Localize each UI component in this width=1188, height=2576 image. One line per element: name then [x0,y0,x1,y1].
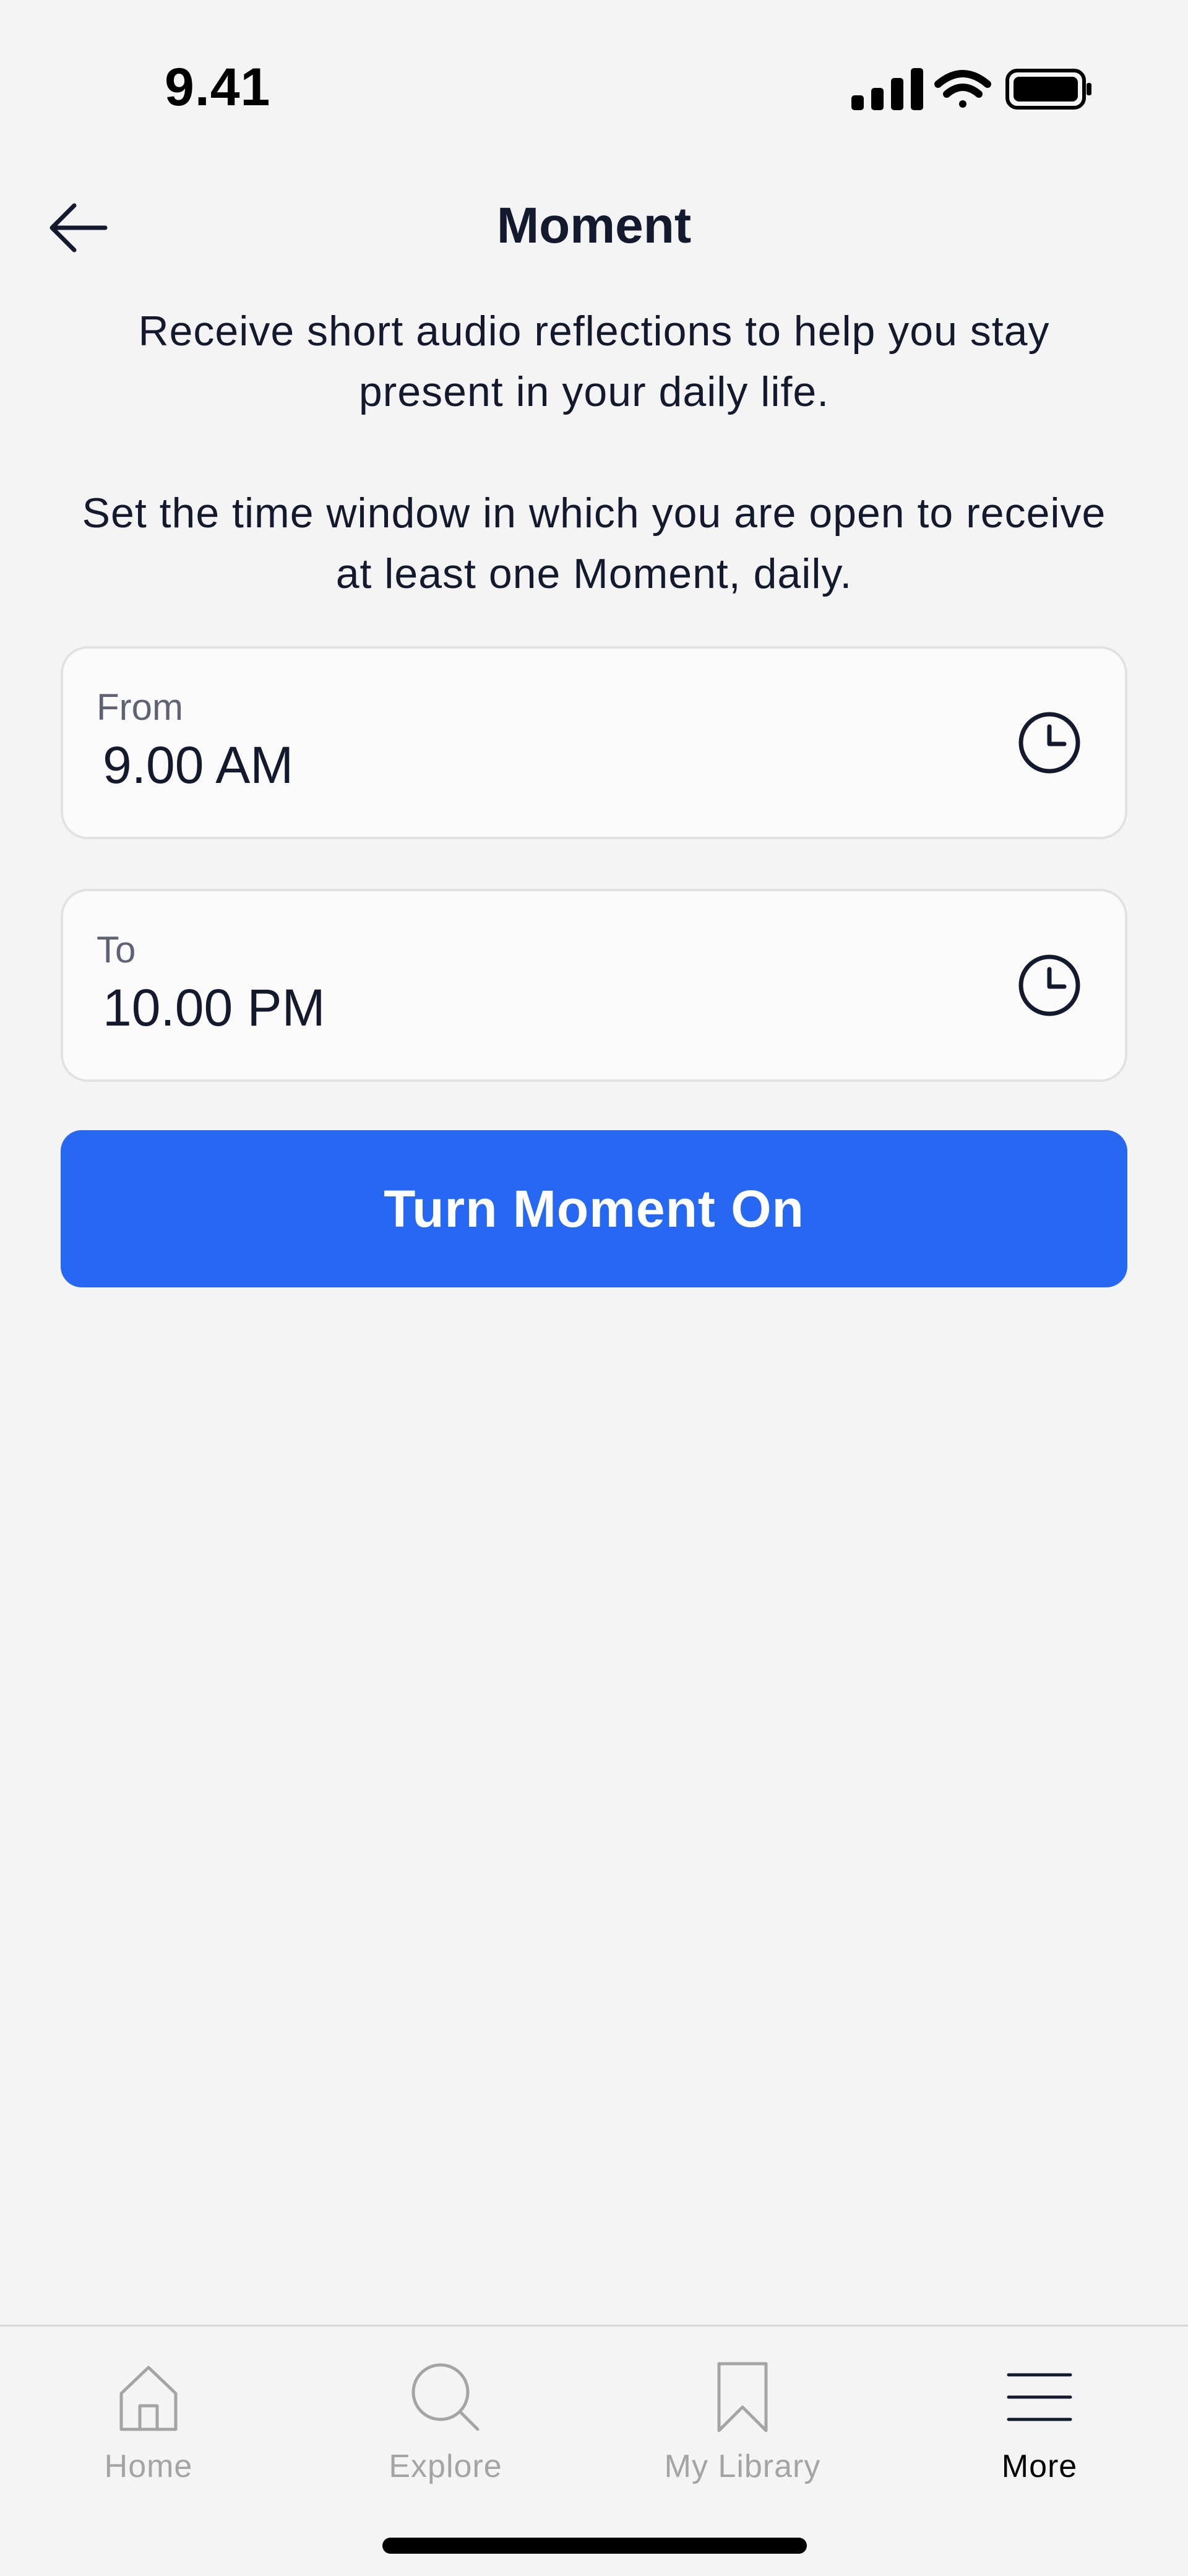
clock-icon[interactable] [1017,711,1082,775]
description-time-window: Set the time window in which you are ope… [82,490,1106,597]
tab-more-label: More [1001,2448,1078,2484]
signal-icon [851,68,923,110]
description-intro: Receive short audio reflections to help … [138,308,1050,415]
to-field-label: To [97,929,136,970]
turn-moment-on-button[interactable]: Turn Moment On [61,1130,1127,1287]
tab-home-label: Home [104,2448,193,2484]
clock-icon[interactable] [1017,953,1082,1018]
to-time-field[interactable]: To 10.00 PM [61,889,1127,1082]
home-indicator [382,2538,807,2554]
tab-my-library-label: My Library [664,2448,821,2484]
moment-settings-screen: 9.41 Moment Receive short audio reflecti… [0,0,1188,2576]
menu-icon [1007,2373,1072,2421]
home-icon [119,2366,178,2431]
battery-icon [1005,69,1091,110]
tab-my-library[interactable]: My Library [594,2327,891,2512]
tab-explore[interactable]: Explore [297,2327,594,2512]
from-time-field[interactable]: From 9.00 AM [61,646,1127,839]
to-field-value: 10.00 PM [103,979,325,1037]
tab-more[interactable]: More [891,2327,1188,2512]
search-icon [411,2363,480,2431]
bookmark-icon [717,2362,768,2432]
status-icons [851,68,1091,110]
status-time: 9.41 [165,58,271,117]
tab-explore-label: Explore [389,2448,502,2484]
tab-home[interactable]: Home [0,2327,297,2512]
from-field-label: From [97,686,183,728]
wifi-icon [934,70,991,108]
from-field-value: 9.00 AM [103,736,294,794]
page-title: Moment [496,197,692,254]
